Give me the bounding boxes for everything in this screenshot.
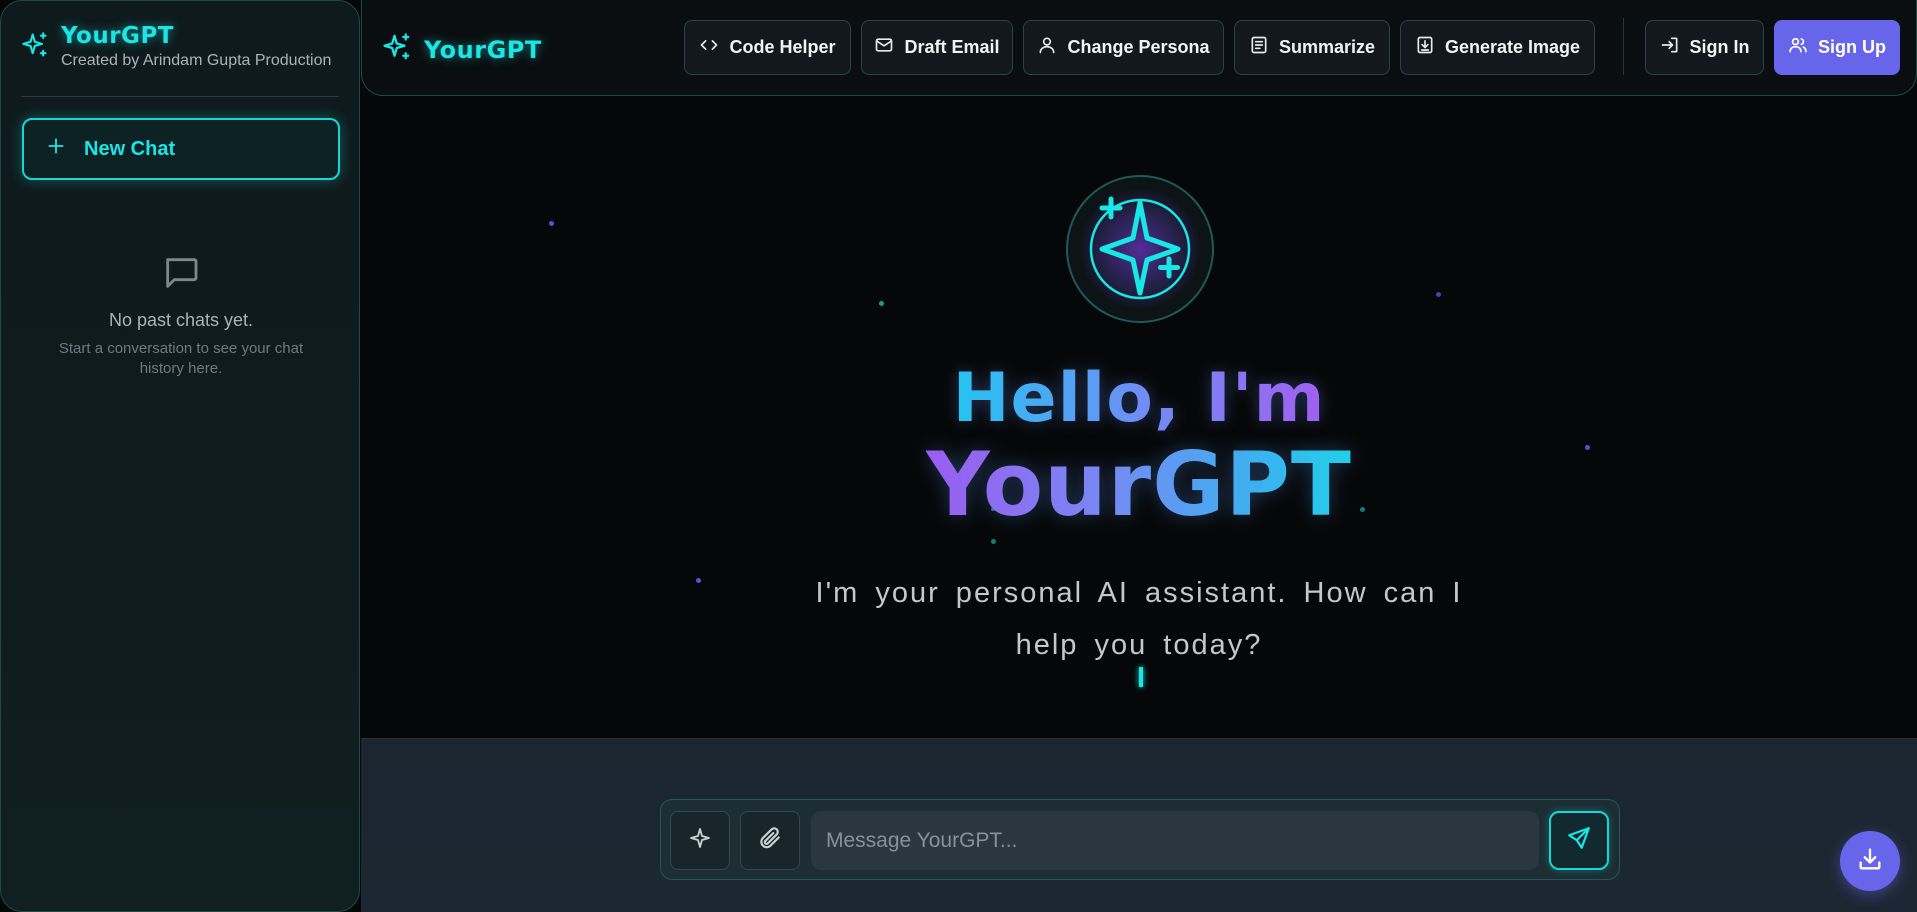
draft-email-button[interactable]: Draft Email xyxy=(861,20,1013,75)
decorative-particle xyxy=(696,578,701,583)
hero-brand-title: YourGPT xyxy=(926,433,1352,536)
code-helper-label: Code Helper xyxy=(729,37,836,57)
sidebar: YourGPT Created by Arindam Gupta Product… xyxy=(0,0,360,912)
send-button[interactable] xyxy=(1549,811,1609,870)
header-app-title: YourGPT xyxy=(424,35,542,64)
user-icon xyxy=(1037,35,1057,60)
summarize-button[interactable]: Summarize xyxy=(1234,20,1390,75)
send-icon xyxy=(1566,825,1592,856)
mail-icon xyxy=(874,35,894,60)
sidebar-app-title: YourGPT xyxy=(61,23,174,49)
sidebar-app-credit: Created by Arindam Gupta Production xyxy=(61,52,332,69)
sign-in-button[interactable]: Sign In xyxy=(1645,20,1764,75)
draft-email-label: Draft Email xyxy=(904,37,1000,57)
header-brand[interactable]: YourGPT xyxy=(382,32,542,67)
empty-history-title: No past chats yet. xyxy=(108,310,254,330)
decorative-particle xyxy=(991,539,996,544)
attach-file-button[interactable] xyxy=(740,811,800,870)
paperclip-icon xyxy=(757,825,783,856)
generate-image-label: Generate Image xyxy=(1444,37,1581,57)
decorative-particle xyxy=(879,301,884,306)
sign-up-label: Sign Up xyxy=(1818,37,1886,57)
users-icon xyxy=(1788,35,1808,60)
hero-greeting: Hello, I'm xyxy=(952,359,1326,438)
sidebar-divider xyxy=(21,96,339,97)
sidebar-brand: YourGPT Created by Arindam Gupta Product… xyxy=(21,23,331,70)
sign-in-label: Sign In xyxy=(1689,37,1750,57)
header-separator xyxy=(1623,18,1624,75)
empty-chat-history: No past chats yet. Start a conversation … xyxy=(21,253,341,379)
message-square-icon xyxy=(21,253,341,298)
log-in-icon xyxy=(1660,35,1680,60)
document-icon xyxy=(1249,35,1269,60)
generate-image-button[interactable]: Generate Image xyxy=(1400,20,1595,75)
app-root: YourGPT Created by Arindam Gupta Product… xyxy=(0,0,1917,912)
decorative-particle xyxy=(1436,292,1441,297)
typing-cursor xyxy=(1139,667,1143,687)
change-persona-label: Change Persona xyxy=(1067,37,1210,57)
top-header: YourGPT Code Helper Draft Email Change P… xyxy=(361,0,1917,96)
download-box-icon xyxy=(1415,35,1435,60)
code-icon xyxy=(699,35,719,60)
code-helper-button[interactable]: Code Helper xyxy=(684,20,851,75)
sparkle-icon xyxy=(688,826,712,855)
decorative-particle xyxy=(549,221,554,226)
hero-logo xyxy=(1066,175,1214,323)
sparkles-icon xyxy=(382,32,412,67)
message-input[interactable] xyxy=(811,811,1539,870)
sparkle-logo-icon xyxy=(1066,175,1214,323)
new-chat-button[interactable]: New Chat xyxy=(22,118,340,180)
change-persona-button[interactable]: Change Persona xyxy=(1023,20,1224,75)
sidebar-brand-text: YourGPT Created by Arindam Gupta Product… xyxy=(61,23,331,70)
download-icon xyxy=(1856,845,1884,878)
sign-up-button[interactable]: Sign Up xyxy=(1774,20,1900,75)
sparkles-icon xyxy=(21,23,49,64)
plus-icon xyxy=(46,136,66,162)
ai-tools-button[interactable] xyxy=(670,811,730,870)
hero-tagline: I'm your personal AI assistant. How can … xyxy=(815,577,1463,661)
summarize-label: Summarize xyxy=(1278,37,1376,57)
empty-history-description: Start a conversation to see your chat hi… xyxy=(58,340,304,377)
download-fab-button[interactable] xyxy=(1840,831,1900,891)
new-chat-label: New Chat xyxy=(84,137,176,160)
